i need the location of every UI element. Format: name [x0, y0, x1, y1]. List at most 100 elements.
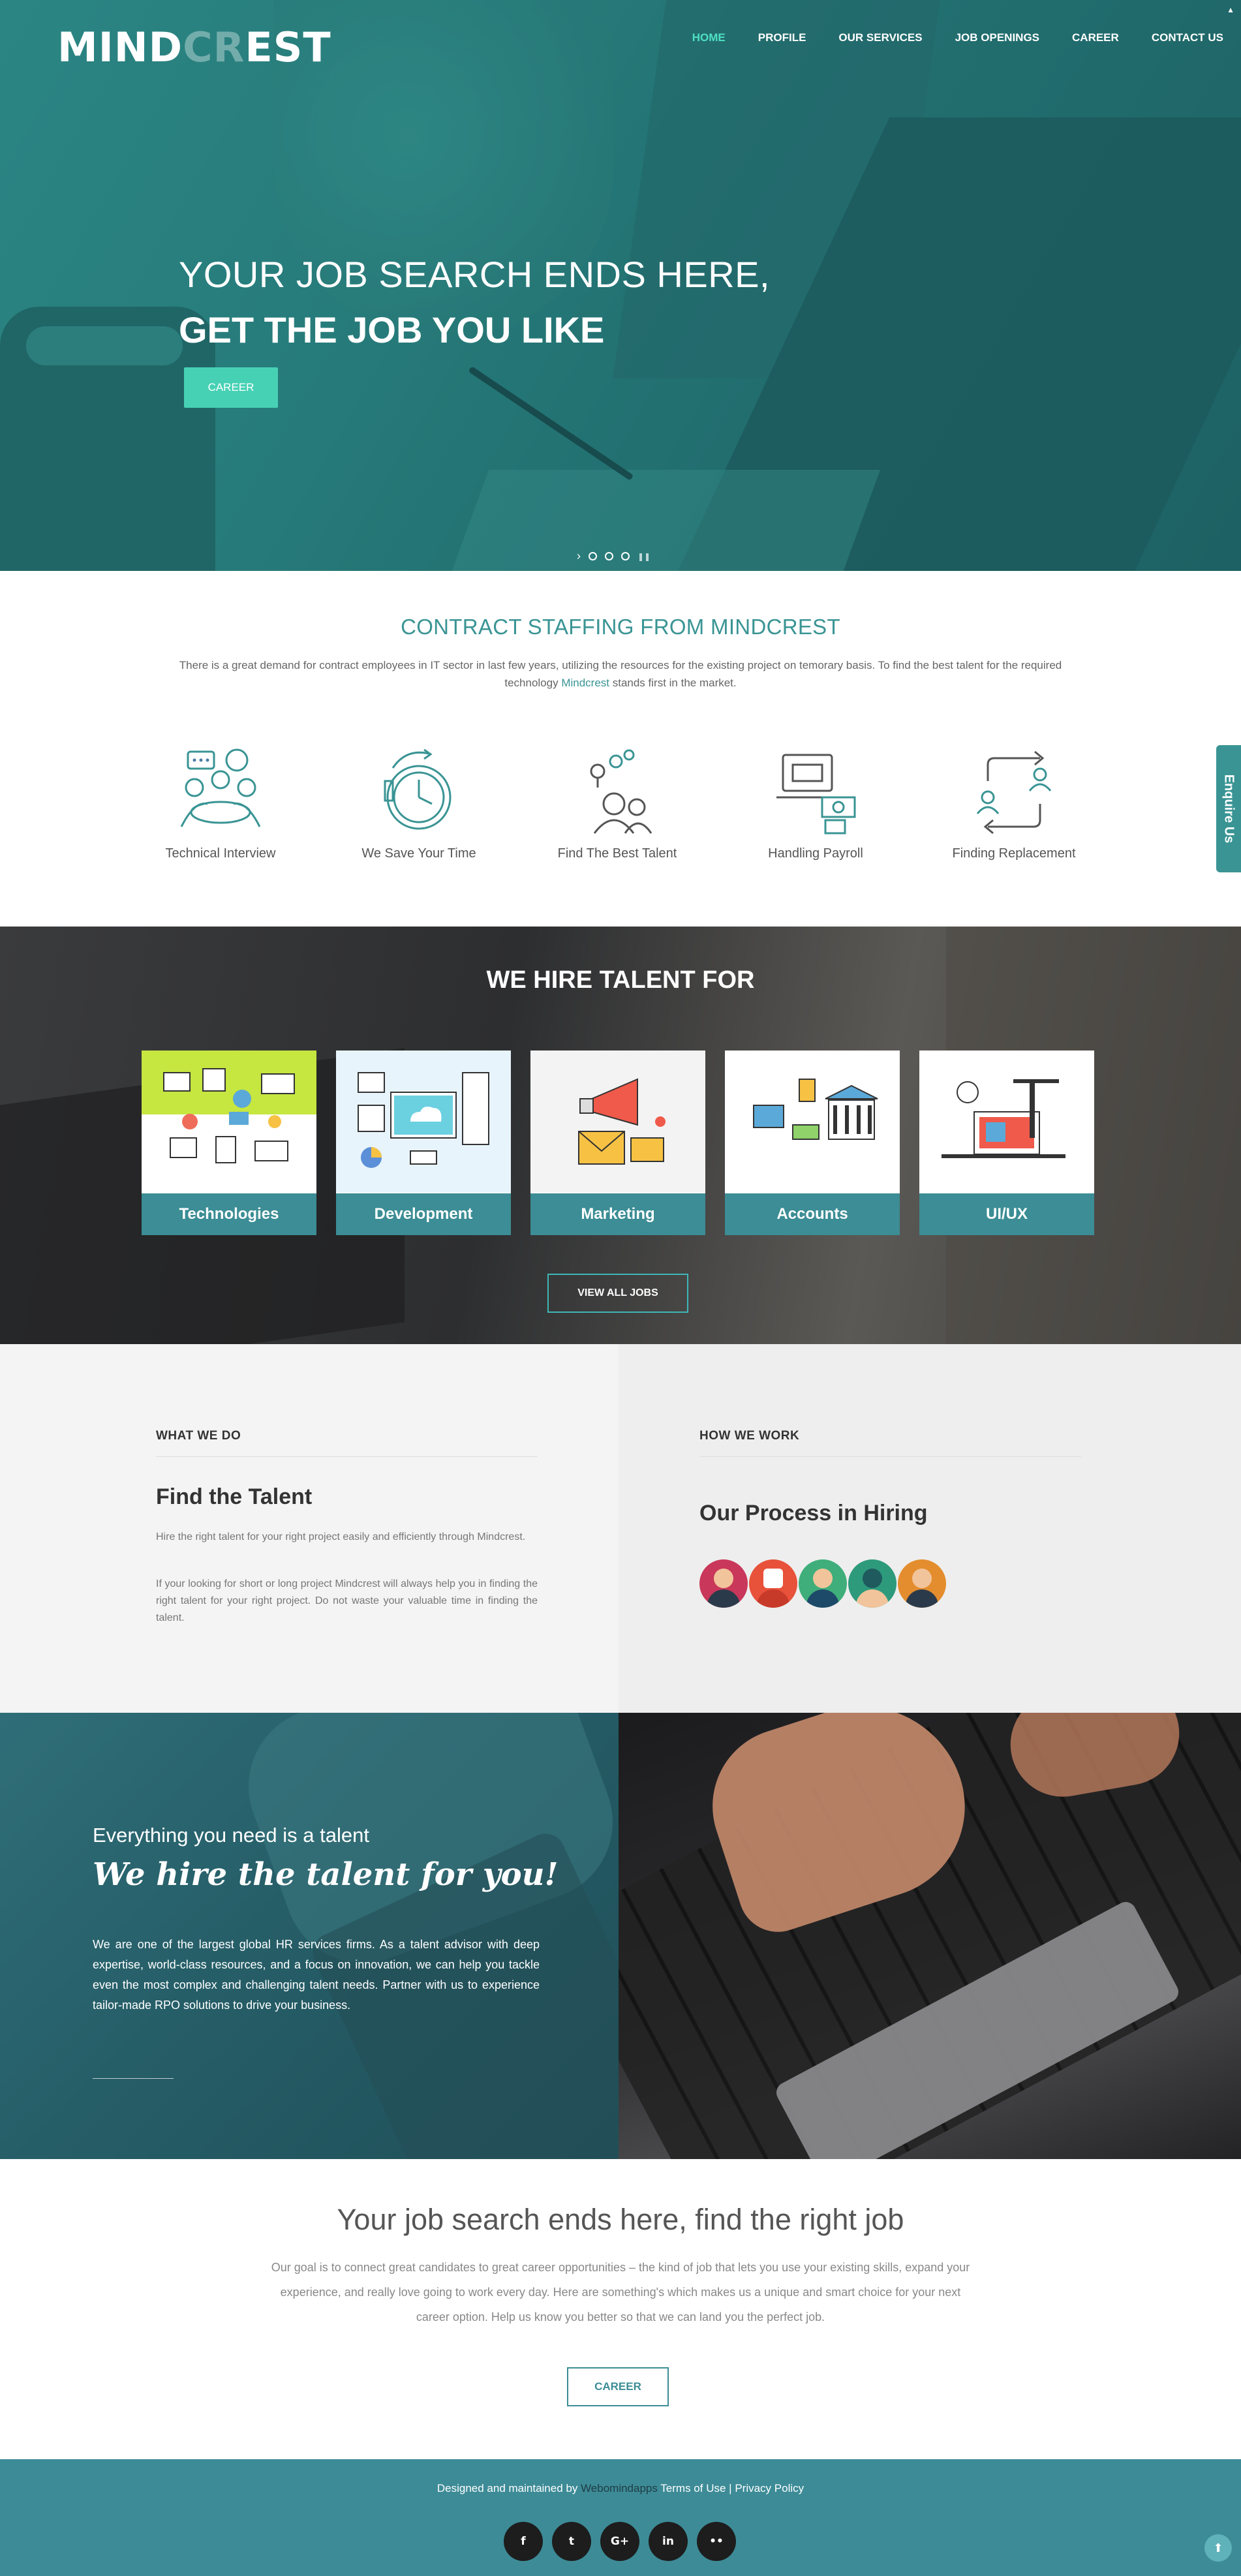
card-label: Technologies [142, 1193, 316, 1235]
marketing-icon [578, 1078, 666, 1165]
uiux-illustration [919, 1050, 1094, 1193]
facebook-icon[interactable]: f [504, 2522, 543, 2561]
hero-line-1: YOUR JOB SEARCH ENDS HERE, [179, 254, 771, 295]
job-search-section: Your job search ends here, find the righ… [0, 2159, 1241, 2459]
main-nav: HOME PROFILE OUR SERVICES JOB OPENINGS C… [676, 31, 1223, 44]
what-we-do-label: WHAT WE DO [156, 1429, 241, 1443]
card-accounts[interactable]: Accounts [725, 1050, 900, 1235]
avatar-body [906, 1589, 938, 1608]
how-we-work-title: Our Process in Hiring [699, 1501, 928, 1526]
talent-icon [590, 749, 652, 834]
feature-label: We Save Your Time [361, 846, 476, 861]
uiux-icon [942, 1079, 1065, 1158]
card-marketing[interactable]: Marketing [530, 1050, 705, 1235]
feature-label: Technical Interview [165, 846, 276, 861]
nav-job-openings[interactable]: JOB OPENINGS [939, 31, 1056, 44]
feature-label: Handling Payroll [768, 846, 863, 861]
card-technologies[interactable]: Technologies [142, 1050, 316, 1235]
feature-save-time: We Save Your Time [334, 742, 504, 861]
logo-text-mid: CR [183, 23, 245, 71]
footer-credit: Designed and maintained by Webomindapps … [0, 2459, 1241, 2495]
site-logo[interactable]: MINDCREST [57, 23, 331, 71]
what-we-do-panel: WHAT WE DO Find the Talent Hire the righ… [0, 1344, 619, 1713]
career-button[interactable]: CAREER [567, 2367, 669, 2406]
hero-banner: MINDCREST HOME PROFILE OUR SERVICES JOB … [0, 0, 1241, 571]
feature-label: Finding Replacement [952, 846, 1076, 861]
accounts-icon [753, 1079, 878, 1140]
talent-title: We hire the talent for you! [93, 1856, 559, 1893]
feature-technical-interview: Technical Interview [136, 742, 305, 861]
card-development[interactable]: Development [336, 1050, 511, 1235]
linkedin-icon[interactable]: in [649, 2522, 688, 2561]
avatar-face [763, 1569, 783, 1588]
how-we-work-label: HOW WE WORK [699, 1429, 800, 1443]
development-icon [358, 1072, 489, 1168]
contract-desc-text-end: stands first in the market. [609, 677, 737, 689]
process-avatar [799, 1559, 847, 1608]
avatar-body [757, 1589, 789, 1608]
slider-next-icon[interactable]: › [577, 549, 581, 563]
card-label: Marketing [530, 1193, 705, 1235]
terms-link[interactable]: Terms of Use [658, 2482, 726, 2494]
hero-headline: YOUR JOB SEARCH ENDS HERE, GET THE JOB Y… [179, 253, 770, 351]
avatar-body [707, 1589, 740, 1608]
what-we-do-text-1: Hire the right talent for your right pro… [156, 1531, 526, 1542]
what-we-do-text-2: If your looking for short or long projec… [156, 1578, 538, 1623]
feature-replacement: Finding Replacement [929, 742, 1099, 861]
logo-text-right: EST [245, 23, 331, 71]
talent-text-panel: Everything you need is a talent We hire … [0, 1713, 619, 2159]
privacy-link[interactable]: Privacy Policy [735, 2482, 804, 2494]
nav-career[interactable]: CAREER [1056, 31, 1135, 44]
footer-separator: | [726, 2482, 735, 2494]
slider-pause-icon[interactable]: ❚❚ [637, 552, 651, 561]
nav-contact-us[interactable]: CONTACT US [1135, 31, 1223, 44]
avatar-face [714, 1569, 733, 1588]
card-label: Development [336, 1193, 511, 1235]
flickr-icon[interactable]: •• [697, 2522, 736, 2561]
slider-dot[interactable] [621, 552, 630, 560]
card-label: Accounts [725, 1193, 900, 1235]
process-avatar [898, 1559, 946, 1608]
slider-dot[interactable] [589, 552, 597, 560]
corner-arrow-icon: ▲ [1227, 5, 1234, 14]
enquire-label: Enquire Us [1221, 774, 1236, 844]
credit-text: Designed and maintained by [437, 2482, 581, 2494]
nav-profile[interactable]: PROFILE [742, 31, 823, 44]
talent-cards: Technologies Development Marketing Accou… [142, 1050, 1094, 1235]
what-we-do-title: Find the Talent [156, 1484, 313, 1509]
google-plus-icon[interactable]: G+ [600, 2522, 639, 2561]
process-avatars [699, 1559, 946, 1608]
twitter-icon[interactable]: t [552, 2522, 591, 2561]
talent-section: Everything you need is a talent We hire … [0, 1713, 1241, 2159]
slider-dot[interactable] [605, 552, 613, 560]
meeting-icon [180, 748, 261, 827]
replacement-icon [976, 750, 1052, 835]
feature-payroll: Handling Payroll [731, 742, 900, 861]
process-avatar [749, 1559, 797, 1608]
technologies-icon [163, 1068, 295, 1163]
footer: Designed and maintained by Webomindapps … [0, 2459, 1241, 2576]
avatar-face [813, 1569, 833, 1588]
technologies-illustration [142, 1050, 316, 1193]
mindcrest-link[interactable]: Mindcrest [561, 677, 609, 689]
slider-controls: › ❚❚ [577, 549, 651, 563]
hire-talent-section: WE HIRE TALENT FOR Technologies Developm… [0, 927, 1241, 1344]
back-to-top-icon[interactable]: ⬆ [1204, 2534, 1232, 2562]
talent-subtitle: Everything you need is a talent [93, 1824, 369, 1847]
avatar-face [912, 1569, 932, 1588]
contract-description: There is a great demand for contract emp… [161, 656, 1080, 692]
card-uiux[interactable]: UI/UX [919, 1050, 1094, 1235]
webomindapps-link[interactable]: Webomindapps [581, 2482, 658, 2494]
accounts-illustration [725, 1050, 900, 1193]
process-avatar [699, 1559, 748, 1608]
view-all-jobs-button[interactable]: VIEW ALL JOBS [547, 1274, 688, 1313]
contract-title: CONTRACT STAFFING FROM MINDCREST [401, 615, 840, 639]
development-illustration [336, 1050, 511, 1193]
payroll-icon [776, 754, 856, 835]
nav-home[interactable]: HOME [676, 31, 742, 44]
enquire-us-tab[interactable]: Enquire Us [1216, 745, 1241, 872]
nav-our-services[interactable]: OUR SERVICES [822, 31, 938, 44]
hero-career-button[interactable]: CAREER [184, 367, 278, 408]
feature-label: Find The Best Talent [557, 846, 677, 861]
divider [93, 2078, 174, 2079]
